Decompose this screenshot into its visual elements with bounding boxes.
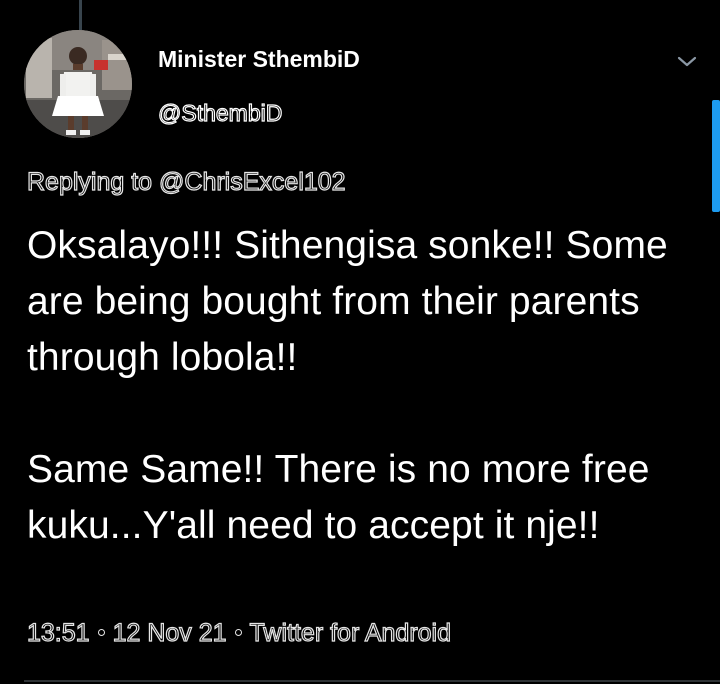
- chevron-down-icon[interactable]: [674, 50, 700, 72]
- scrollbar[interactable]: [712, 100, 720, 212]
- thread-connector-line: [79, 0, 82, 30]
- avatar[interactable]: [24, 30, 132, 138]
- tweet-meta: 13:51 12 Nov 21 Twitter for Android: [26, 618, 452, 648]
- tweet-paragraph-2: Same Same!! There is no more free kuku..…: [27, 448, 650, 547]
- separator-dot-icon: [234, 628, 242, 636]
- tweet-source[interactable]: Twitter for Android: [249, 618, 452, 647]
- tweet-body: Oksalayo!!! Sithengisa sonke!! Some are …: [27, 218, 707, 554]
- reply-context[interactable]: Replying to @ChrisExcel102: [26, 167, 346, 197]
- tweet-paragraph-1: Oksalayo!!! Sithengisa sonke!! Some are …: [27, 224, 668, 379]
- profile-photo: [24, 30, 132, 138]
- author-display-name[interactable]: Minister SthembiD: [158, 46, 360, 73]
- divider: [24, 680, 720, 682]
- author-handle[interactable]: @SthembiD: [157, 99, 283, 127]
- tweet-time[interactable]: 13:51: [26, 618, 90, 647]
- tweet-date[interactable]: 12 Nov 21: [112, 618, 227, 647]
- separator-dot-icon: [97, 628, 105, 636]
